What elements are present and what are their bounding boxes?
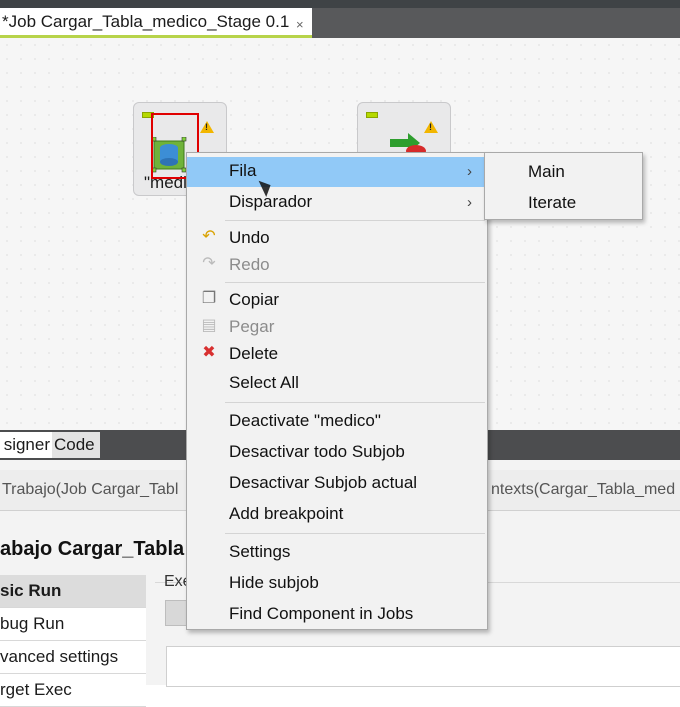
menu-item-label: Hide subjob	[229, 573, 319, 592]
menu-item-label: Find Component in Jobs	[229, 604, 414, 623]
menu-item-copiar[interactable]: ❐ Copiar	[187, 286, 487, 316]
tab-code[interactable]: Code	[52, 432, 100, 458]
menu-item-label: Desactivar todo Subjob	[229, 442, 405, 461]
tab-contexts[interactable]: ntexts(Cargar_Tabla_med	[491, 481, 675, 499]
menu-item-label: Delete	[229, 344, 279, 363]
submenu-fila: Main Iterate	[484, 152, 643, 220]
submenu-item-iterate[interactable]: Iterate	[485, 188, 642, 218]
copy-icon: ❐	[201, 290, 217, 307]
redo-icon: ↷	[202, 255, 216, 272]
menu-item-label: Desactivar Subjob actual	[229, 473, 418, 492]
menu-item-settings[interactable]: Settings	[187, 538, 487, 568]
menu-item-hide-subjob[interactable]: Hide subjob	[187, 569, 487, 599]
run-mode-target-exec[interactable]: rget Exec	[0, 674, 146, 707]
menu-item-add-breakpoint[interactable]: Add breakpoint	[187, 500, 487, 530]
submenu-item-label: Iterate	[528, 193, 577, 212]
menu-item-label: Add breakpoint	[229, 504, 344, 523]
warning-icon	[424, 121, 438, 133]
menu-item-deactivate[interactable]: Deactivate "medico"	[187, 407, 487, 437]
menu-item-find-component[interactable]: Find Component in Jobs	[187, 600, 487, 630]
menu-item-pegar: ▤ Pegar	[187, 313, 487, 343]
warning-icon	[200, 121, 214, 133]
chevron-right-icon: ›	[467, 194, 472, 211]
close-icon[interactable]: ×	[296, 17, 304, 32]
menu-item-label: Redo	[229, 255, 270, 274]
menu-separator	[225, 282, 485, 283]
paste-icon: ▤	[201, 317, 217, 334]
menu-item-label: Undo	[229, 228, 270, 247]
console-output[interactable]	[166, 646, 680, 687]
menu-separator	[225, 533, 485, 534]
menu-item-redo: ↷ Redo	[187, 251, 487, 281]
editor-tab-title: *Job Cargar_Tabla_medico_Stage 0.1	[2, 12, 290, 31]
menu-item-label: Settings	[229, 542, 291, 561]
chevron-right-icon: ›	[467, 163, 472, 180]
context-menu: Fila › Disparador › ↶ Undo ↷ Redo ❐ Copi…	[186, 152, 488, 630]
menu-separator	[225, 402, 485, 403]
delete-icon: ✖	[202, 344, 216, 361]
menu-item-label: Copiar	[229, 290, 280, 309]
undo-icon: ↶	[202, 228, 216, 245]
run-mode-basic-run[interactable]: sic Run	[0, 575, 146, 608]
menu-item-disparador[interactable]: Disparador ›	[187, 188, 487, 218]
menu-item-desactivar-todo-subjob[interactable]: Desactivar todo Subjob	[187, 438, 487, 468]
editor-tab-job[interactable]: *Job Cargar_Tabla_medico_Stage 0.1 ×	[0, 8, 312, 38]
run-mode-list: sic Run bug Run vanced settings rget Exe…	[0, 575, 146, 707]
menu-item-fila[interactable]: Fila ›	[187, 157, 487, 187]
run-mode-debug-run[interactable]: bug Run	[0, 608, 146, 641]
menu-item-label: Fila	[229, 161, 257, 180]
tab-run-job[interactable]: Trabajo(Job Cargar_Tabl	[2, 481, 178, 499]
tab-designer[interactable]: signer	[0, 432, 52, 458]
submenu-item-main[interactable]: Main	[485, 157, 642, 187]
submenu-item-label: Main	[528, 162, 565, 181]
window-top-strip	[0, 0, 680, 8]
menu-item-select-all[interactable]: Select All	[187, 369, 487, 399]
menu-item-undo[interactable]: ↶ Undo	[187, 224, 487, 254]
menu-separator	[225, 220, 485, 221]
run-mode-advanced-settings[interactable]: vanced settings	[0, 641, 146, 674]
menu-item-label: Pegar	[229, 317, 275, 336]
component-status-indicator	[366, 112, 378, 118]
menu-item-delete[interactable]: ✖ Delete	[187, 340, 487, 370]
menu-item-desactivar-subjob-actual[interactable]: Desactivar Subjob actual	[187, 469, 487, 499]
menu-item-label: Deactivate "medico"	[229, 411, 381, 430]
menu-item-label: Select All	[229, 373, 299, 392]
run-panel-title: abajo Cargar_Tabla	[0, 538, 185, 560]
